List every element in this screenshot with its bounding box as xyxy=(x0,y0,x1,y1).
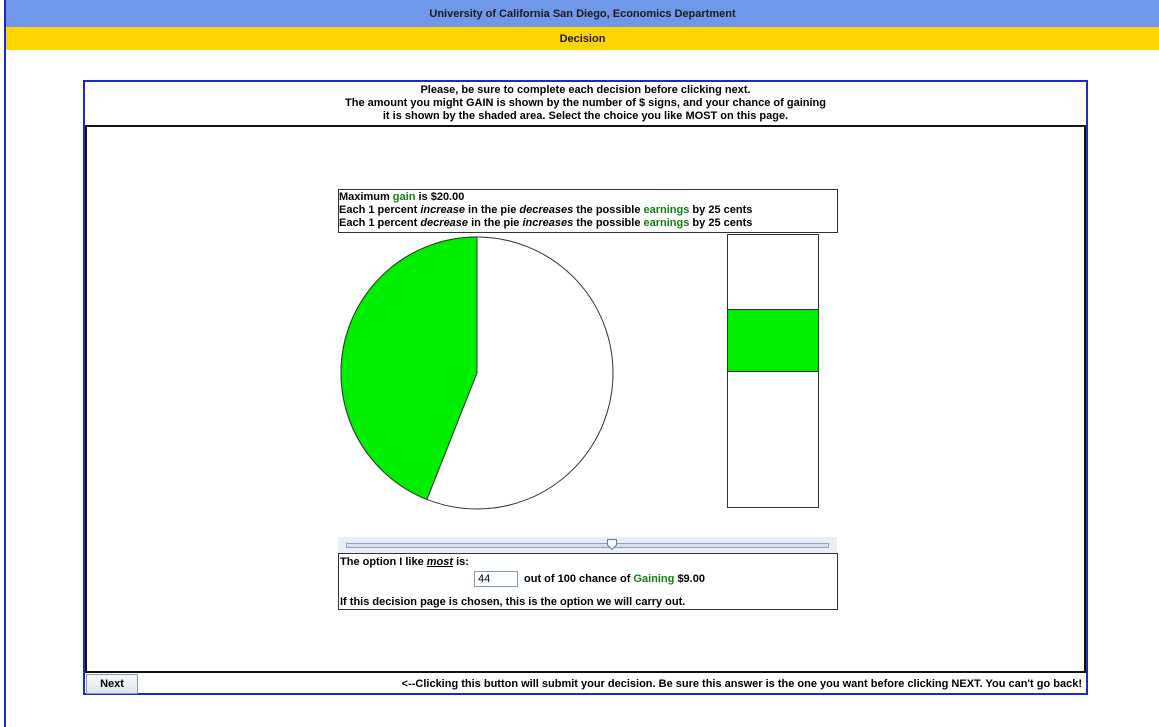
slider-thumb[interactable] xyxy=(606,539,617,550)
info-line-2: Each 1 percent increase in the pie decre… xyxy=(339,204,753,216)
next-instructions: <--Clicking this button will submit your… xyxy=(401,678,1082,690)
instructions: Please, be sure to complete each decisio… xyxy=(85,82,1086,123)
earnings-bar xyxy=(727,234,819,508)
next-button[interactable]: Next xyxy=(86,674,138,694)
choice-area: Maximum gain is $20.00 Each 1 percent in… xyxy=(85,125,1086,673)
page-title: University of California San Diego, Econ… xyxy=(6,0,1159,27)
probability-pie xyxy=(340,236,614,510)
info-line-1: Maximum gain is $20.00 xyxy=(339,191,465,203)
option-heading: The option I like most is: xyxy=(340,556,469,568)
page-subtitle: Decision xyxy=(6,27,1159,50)
slider-track[interactable] xyxy=(346,543,829,548)
option-box: The option I like most is: out of 100 ch… xyxy=(338,553,838,610)
earnings-bar-fill xyxy=(728,308,818,372)
info-line-3: Each 1 percent decrease in the pie incre… xyxy=(339,217,753,229)
instruction-line-1: Please, be sure to complete each decisio… xyxy=(420,84,751,96)
instruction-line-3: it is shown by the shaded area. Select t… xyxy=(382,110,789,122)
option-summary: out of 100 chance of Gaining $9.00 xyxy=(524,573,705,585)
window-left-border xyxy=(4,0,6,727)
option-note: If this decision page is chosen, this is… xyxy=(340,596,686,608)
probability-input[interactable] xyxy=(474,571,518,587)
decision-panel: Please, be sure to complete each decisio… xyxy=(83,80,1088,695)
info-box: Maximum gain is $20.00 Each 1 percent in… xyxy=(338,189,838,233)
probability-slider[interactable] xyxy=(338,537,837,553)
instruction-line-2: The amount you might GAIN is shown by th… xyxy=(345,97,826,109)
